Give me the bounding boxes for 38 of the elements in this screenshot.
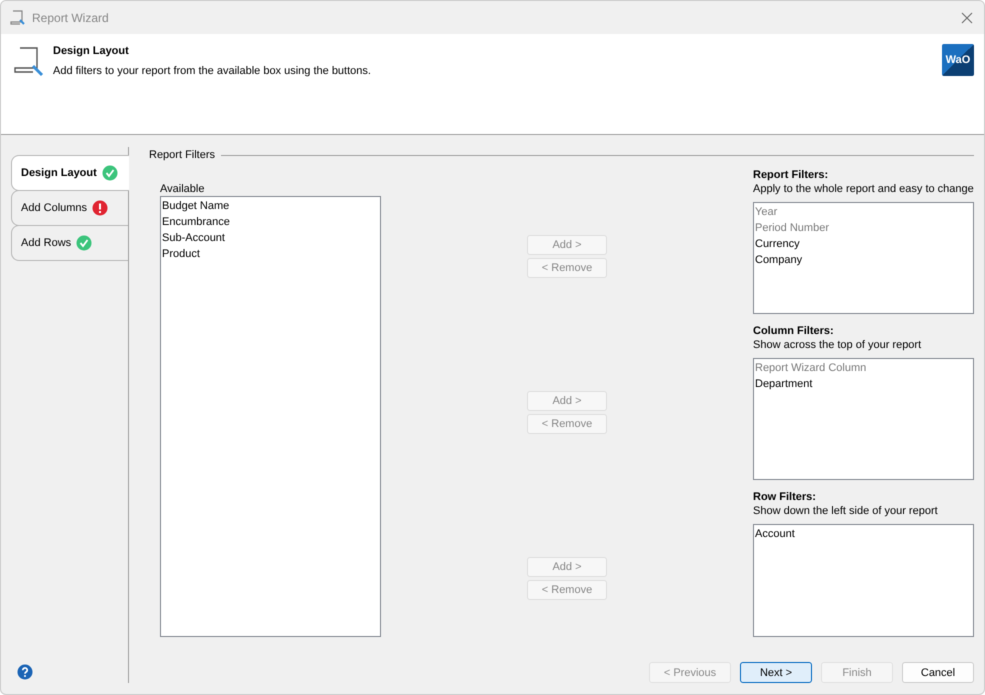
list-item[interactable]: Department (755, 376, 812, 392)
check-icon (76, 235, 92, 251)
wizard-button[interactable]: Cancel (902, 662, 974, 683)
section-description: Apply to the whole report and easy to change (753, 182, 974, 196)
filter-list[interactable]: Account (753, 524, 974, 637)
list-item[interactable]: Budget Name (162, 198, 230, 214)
filter-list[interactable]: Year Period Number Currency Company (753, 202, 974, 314)
list-item[interactable]: Account (755, 526, 795, 542)
list-label: Available (160, 182, 206, 196)
available-list[interactable]: Budget Name Encumbrance Sub-Account Product (160, 196, 381, 637)
list-item[interactable]: Company (755, 252, 802, 268)
list-item[interactable]: Product (162, 246, 200, 262)
list-item[interactable]: Encumbrance (162, 214, 230, 230)
page-title: Design Layout (53, 45, 130, 57)
check-icon (102, 165, 118, 181)
error-icon (92, 200, 108, 216)
list-item[interactable]: Period Number (755, 220, 829, 236)
report-icon (10, 10, 26, 26)
section-title: Report Filters: (753, 168, 830, 182)
list-item[interactable]: Year (755, 204, 778, 220)
close-icon[interactable] (961, 12, 973, 24)
help-icon[interactable] (17, 664, 33, 680)
logo: WaO (942, 44, 974, 76)
section-description: Show across the top of your report (753, 338, 922, 352)
list-item[interactable]: Report Wizard Column (755, 360, 866, 376)
window-title: Report Wizard (32, 10, 110, 24)
list-item[interactable]: Sub-Account (162, 230, 225, 246)
step-tab[interactable]: Add Rows (11, 225, 128, 261)
step-tab[interactable]: Design Layout (11, 155, 129, 191)
section-description: Show down the left side of your report (753, 504, 938, 518)
group-title: Report Filters (149, 149, 216, 161)
wizard-button[interactable]: Next > (740, 662, 812, 683)
page-description: Add filters to your report from the available box using the buttons. (53, 65, 372, 77)
section-title: Column Filters: (753, 324, 835, 338)
filter-list[interactable]: Report Wizard Column Department (753, 358, 974, 480)
section-title: Row Filters: (753, 490, 817, 504)
report-icon (13, 46, 45, 78)
list-item[interactable]: Currency (755, 236, 800, 252)
